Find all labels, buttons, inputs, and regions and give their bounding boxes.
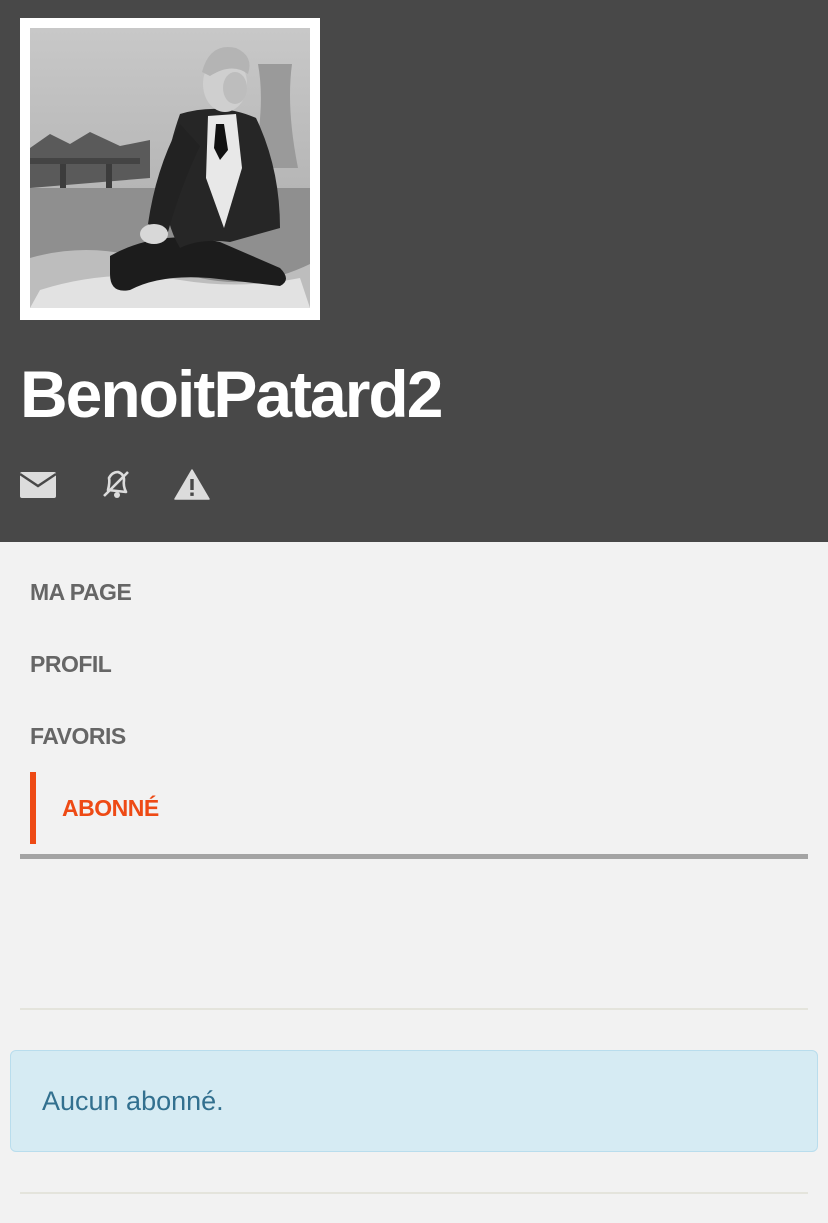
divider	[20, 1008, 808, 1010]
profile-nav: MA PAGE PROFIL FAVORIS ABONNÉ	[20, 556, 808, 844]
active-indicator	[30, 772, 36, 844]
nav-item-favoris[interactable]: FAVORIS	[20, 700, 808, 772]
profile-header: BenoitPatard2	[0, 0, 828, 542]
divider	[20, 1192, 808, 1194]
nav-item-ma-page[interactable]: MA PAGE	[20, 556, 808, 628]
username: BenoitPatard2	[20, 357, 443, 431]
bell-slash-icon[interactable]	[96, 464, 136, 504]
nav-divider	[20, 854, 808, 859]
nav-item-label: ABONNÉ	[62, 795, 159, 821]
nav-item-label: MA PAGE	[30, 579, 132, 605]
info-alert: Aucun abonné.	[10, 1050, 818, 1152]
avatar-photo	[30, 28, 310, 308]
alert-message: Aucun abonné.	[42, 1086, 224, 1116]
nav-item-label: PROFIL	[30, 651, 112, 677]
warning-icon[interactable]	[172, 464, 212, 504]
nav-item-label: FAVORIS	[30, 723, 126, 749]
envelope-icon[interactable]	[18, 464, 58, 504]
profile-actions	[18, 464, 218, 504]
nav-item-profil[interactable]: PROFIL	[20, 628, 808, 700]
avatar[interactable]	[20, 18, 320, 320]
nav-item-abonne[interactable]: ABONNÉ	[20, 772, 808, 844]
